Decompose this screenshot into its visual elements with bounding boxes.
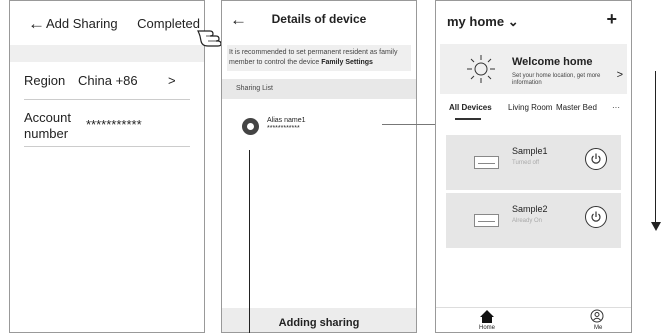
welcome-subtitle: Set your home location, get more informa…	[512, 73, 601, 86]
scroll-down-arrow	[655, 71, 656, 223]
account-label-line2: number	[24, 126, 69, 141]
home-selector[interactable]: my home ⌄	[447, 14, 519, 30]
family-settings-note: It is recommended to set permanent resid…	[227, 45, 411, 71]
divider	[24, 99, 190, 100]
account-number-field[interactable]: ***********	[86, 117, 142, 132]
home-icon[interactable]	[479, 309, 495, 324]
power-icon	[591, 153, 601, 164]
tab-living-room[interactable]: Living Room	[508, 103, 552, 112]
user-avatar-icon	[242, 118, 259, 135]
back-arrow-icon[interactable]: ←	[28, 15, 45, 32]
power-icon	[591, 211, 601, 222]
account-label-line1: Account	[24, 110, 71, 125]
device-card[interactable]: Sample1 Turned off	[446, 135, 621, 190]
annotation-line	[249, 150, 250, 333]
air-conditioner-icon	[474, 156, 499, 169]
chevron-right-icon: >	[616, 69, 623, 81]
add-sharing-header: ← Add Sharing Completed	[10, 1, 204, 45]
device-name: Sample2	[512, 204, 548, 214]
arrow-head-icon	[651, 222, 661, 231]
active-tab-indicator	[455, 118, 481, 120]
tab-master-bed[interactable]: Master Bed	[556, 103, 597, 112]
more-tabs-icon[interactable]: ···	[612, 103, 620, 112]
chevron-down-icon: ⌄	[507, 14, 519, 29]
air-conditioner-icon	[474, 214, 499, 227]
sun-icon	[467, 55, 495, 83]
device-card[interactable]: Sample2 Already On	[446, 193, 621, 248]
section-gap	[10, 45, 204, 62]
region-label: Region	[24, 73, 66, 88]
user-icon[interactable]	[590, 309, 604, 323]
region-value[interactable]: China +86	[78, 73, 138, 88]
power-button[interactable]	[585, 206, 607, 228]
completed-button[interactable]: Completed	[137, 16, 200, 31]
tab-all-devices[interactable]: All Devices	[449, 103, 492, 112]
add-sharing-screen: ← Add Sharing Completed Region China +86…	[9, 0, 205, 333]
device-details-screen: ← Details of device It is recommended to…	[221, 0, 417, 333]
power-button[interactable]	[585, 148, 607, 170]
alias-value: ************	[267, 125, 300, 132]
page-title: Add Sharing	[46, 16, 118, 31]
region-chevron-icon[interactable]: >	[168, 73, 176, 88]
bottom-nav: Home Me	[436, 307, 631, 332]
nav-home-label[interactable]: Home	[479, 325, 495, 331]
device-status: Already On	[512, 218, 543, 224]
nav-me-label[interactable]: Me	[594, 325, 602, 331]
welcome-title: Welcome home	[512, 56, 593, 68]
welcome-banner[interactable]: Welcome home Set your home location, get…	[440, 44, 627, 94]
device-name: Sample1	[512, 146, 548, 156]
add-device-button[interactable]: +	[606, 9, 617, 30]
family-settings-link[interactable]: Family Settings	[321, 59, 373, 66]
shared-user-item[interactable]: Alias name1 ************	[267, 117, 306, 133]
home-screen: my home ⌄ + Welcome home Set your home l…	[435, 0, 632, 333]
sharing-list-label: Sharing List	[222, 79, 416, 99]
device-status: Turned off	[512, 160, 540, 166]
home-title: my home	[447, 14, 505, 29]
adding-sharing-button[interactable]: Adding sharing	[222, 308, 416, 332]
page-title: Details of device	[271, 12, 367, 26]
divider	[24, 146, 190, 147]
alias-name: Alias name1	[267, 117, 306, 124]
